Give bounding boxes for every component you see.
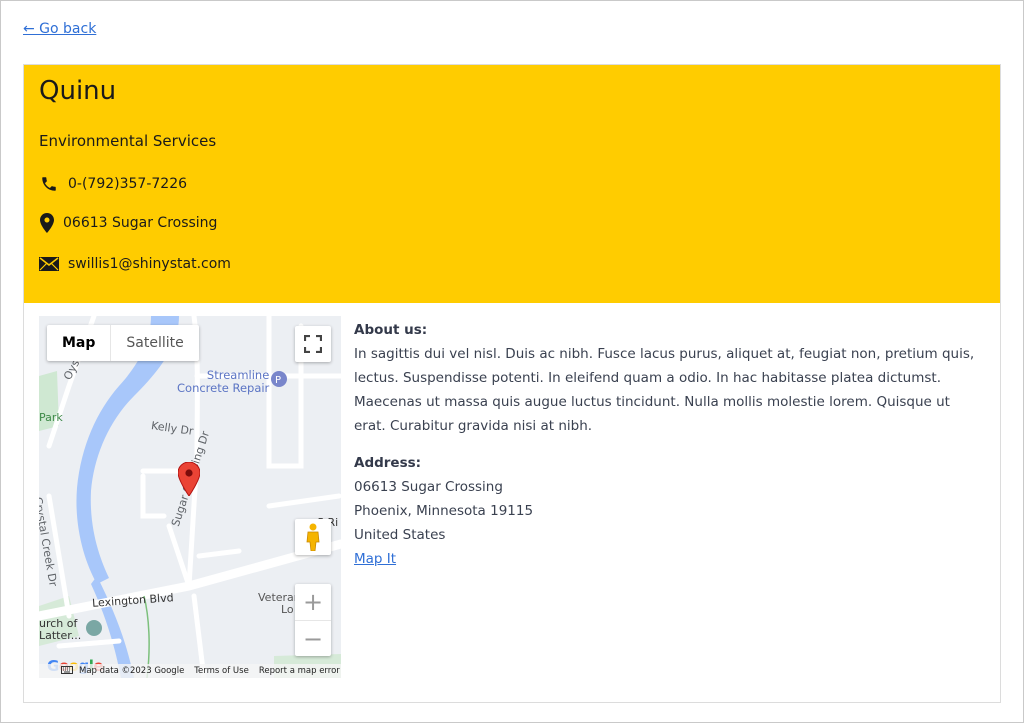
map-it-link[interactable]: Map It	[354, 551, 396, 567]
email-row: swillis1@shinystat.com	[39, 254, 231, 274]
map-poi-line2: Concrete Repair	[177, 381, 270, 395]
map-tab-satellite[interactable]: Satellite	[110, 325, 198, 361]
map-footer: Map data ©2023 Google Terms of Use Repor…	[39, 664, 341, 678]
phone-text[interactable]: 0-(792)357-7226	[68, 176, 187, 192]
address-line2: Phoenix, Minnesota 19115	[354, 503, 534, 519]
phone-icon	[39, 174, 59, 194]
listing-card: Quinu Environmental Services 0-(792)357-…	[23, 64, 1001, 703]
email-text[interactable]: swillis1@shinystat.com	[68, 256, 231, 272]
fullscreen-icon	[304, 335, 322, 353]
address-section: Address: 06613 Sugar Crossing Phoenix, M…	[354, 451, 533, 571]
location-map[interactable]: P Oyster Poi Park Streamline Concrete Re…	[39, 316, 341, 678]
map-type-toggle: Map Satellite	[47, 325, 199, 361]
about-section: About us: In sagittis dui vel nisl. Duis…	[354, 318, 984, 438]
map-label-church-2: Latter...	[39, 629, 82, 642]
go-back-link[interactable]: ← Go back	[23, 21, 96, 37]
envelope-icon	[39, 254, 59, 274]
address-heading: Address:	[354, 455, 422, 471]
map-tab-map[interactable]: Map	[47, 325, 110, 361]
phone-row: 0-(792)357-7226	[39, 174, 187, 194]
address-row: 06613 Sugar Crossing	[39, 213, 217, 233]
listing-category: Environmental Services	[39, 132, 217, 150]
address-line3: United States	[354, 527, 446, 543]
address-line1: 06613 Sugar Crossing	[354, 479, 503, 495]
pegman-icon	[306, 523, 320, 551]
map-terms-link[interactable]: Terms of Use	[194, 666, 249, 676]
map-label-church: urch of Latter...	[39, 618, 81, 642]
about-text: In sagittis dui vel nisl. Duis ac nibh. …	[354, 346, 975, 434]
listing-header: Quinu Environmental Services 0-(792)357-…	[24, 65, 1000, 303]
map-label-park: Park	[39, 411, 63, 424]
about-heading: About us:	[354, 322, 428, 338]
zoom-in-button[interactable]: +	[295, 584, 331, 620]
map-poi-streamline: Streamline Concrete Repair	[177, 369, 269, 395]
street-text: 06613 Sugar Crossing	[63, 215, 218, 231]
zoom-out-button[interactable]: −	[295, 620, 331, 656]
svg-text:P: P	[275, 375, 281, 386]
map-marker-icon[interactable]	[177, 461, 201, 497]
zoom-controls: + −	[295, 584, 331, 656]
street-view-button[interactable]	[295, 519, 331, 555]
map-report-link[interactable]: Report a map error	[259, 666, 340, 676]
map-data-credit: Map data ©2023 Google	[79, 666, 185, 676]
fullscreen-button[interactable]	[295, 326, 331, 362]
listing-title: Quinu	[39, 76, 117, 106]
keyboard-icon[interactable]	[61, 665, 73, 677]
location-pin-icon	[39, 213, 55, 233]
